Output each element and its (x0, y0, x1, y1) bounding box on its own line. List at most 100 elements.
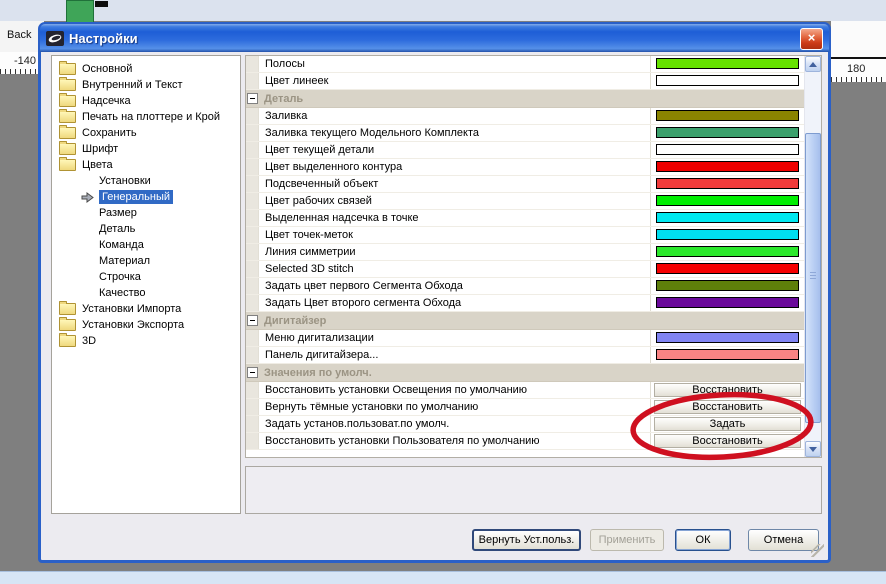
collapse-icon[interactable] (246, 93, 258, 104)
color-swatch[interactable] (656, 178, 799, 189)
action-setting-row: Восстановить установки Пользователя по у… (246, 433, 804, 450)
settings-tree[interactable]: Основной Внутренний и Текст Надсечка Печать… (51, 55, 241, 514)
value-cell (650, 295, 804, 311)
tree-item-label: Деталь (99, 223, 136, 235)
tree-item[interactable]: Шрифт (52, 141, 240, 157)
value-cell (650, 56, 804, 72)
row-gutter (246, 399, 259, 415)
dialog-title: Настройки (69, 30, 138, 46)
value-cell (650, 108, 804, 124)
setting-label: Полосы (265, 58, 305, 70)
row-action-button[interactable]: Задать (654, 417, 801, 431)
tree-item[interactable]: Основной (52, 61, 240, 77)
ruler-ticks (0, 69, 40, 74)
collapse-icon[interactable] (246, 315, 258, 326)
color-swatch[interactable] (656, 127, 799, 138)
folder-icon (59, 301, 76, 315)
section-label: Значения по умолч. (264, 366, 372, 379)
tree-item[interactable]: Размер (52, 205, 240, 221)
tree-item-label: Команда (99, 239, 144, 251)
app-toolbar-strip (0, 0, 886, 21)
tree-item[interactable]: Материал (52, 253, 240, 269)
tree-item[interactable]: Печать на плоттере и Крой (52, 109, 240, 125)
resize-grip[interactable] (811, 544, 824, 557)
value-cell (650, 278, 804, 294)
color-swatch[interactable] (656, 280, 799, 291)
row-action-button[interactable]: Восстановить (654, 434, 801, 448)
tree-item[interactable]: Внутренний и Текст (52, 77, 240, 93)
tree-item[interactable]: Строчка (52, 269, 240, 285)
color-swatch[interactable] (656, 332, 799, 343)
tree-item[interactable]: Установки (52, 173, 240, 189)
section-header-row: Значения по умолч. (246, 364, 804, 382)
row-gutter (246, 210, 259, 226)
value-cell: Восстановить (650, 399, 804, 415)
value-cell (650, 176, 804, 192)
color-grid-panel: Полосы Цвет линеек Деталь Заливка Заливка те… (245, 55, 822, 458)
tree-item-label: Установки Импорта (82, 303, 182, 315)
color-swatch[interactable] (656, 144, 799, 155)
folder-icon (59, 125, 76, 139)
tree-item[interactable]: Установки Экспорта (52, 317, 240, 333)
row-gutter (246, 93, 258, 104)
scrollbar[interactable] (804, 56, 821, 457)
thumb-grip-icon (810, 272, 816, 280)
tree-item[interactable]: Качество (52, 285, 240, 301)
ruler-right-value: 180 (847, 63, 866, 75)
color-swatch[interactable] (656, 263, 799, 274)
row-gutter (246, 56, 259, 72)
apply-button[interactable]: Применить (590, 529, 664, 551)
color-swatch[interactable] (656, 229, 799, 240)
color-swatch[interactable] (656, 161, 799, 172)
row-action-button[interactable]: Восстановить (654, 383, 801, 397)
tree-item[interactable]: Генеральный (52, 189, 240, 205)
tree-item[interactable]: Цвета (52, 157, 240, 173)
scroll-up-button[interactable] (805, 56, 821, 72)
tree-item-label: 3D (82, 335, 97, 347)
folder-icon (59, 333, 76, 347)
color-setting-row: Линия симметрии (246, 244, 804, 261)
tree-item-label: Размер (99, 207, 137, 219)
color-swatch[interactable] (656, 58, 799, 69)
section-label: Деталь (264, 92, 304, 105)
color-swatch[interactable] (656, 246, 799, 257)
workspace-background (831, 21, 886, 57)
row-gutter (246, 244, 259, 260)
color-swatch[interactable] (656, 212, 799, 223)
setting-label: Задать установ.пользоват.по умолч. (265, 418, 450, 430)
color-swatch[interactable] (656, 110, 799, 121)
color-swatch[interactable] (656, 349, 799, 360)
folder-icon (59, 157, 76, 171)
color-swatch[interactable] (656, 75, 799, 86)
collapse-icon[interactable] (246, 367, 258, 378)
value-cell: Восстановить (650, 382, 804, 398)
row-action-button[interactable]: Восстановить (654, 400, 801, 414)
setting-label: Восстановить установки Освещения по умол… (265, 384, 528, 396)
tree-item[interactable]: 3D (52, 333, 240, 349)
row-gutter (246, 433, 259, 449)
dialog-titlebar[interactable]: Настройки × (40, 24, 829, 52)
scroll-thumb[interactable] (805, 133, 821, 423)
tree-item-label: Генеральный (99, 190, 174, 204)
settings-dialog: Настройки × Основной Внутренний и Текст На… (38, 22, 831, 563)
tree-item[interactable]: Команда (52, 237, 240, 253)
color-swatch[interactable] (656, 297, 799, 308)
ok-button[interactable]: ОК (675, 529, 731, 551)
tree-item[interactable]: Деталь (52, 221, 240, 237)
color-setting-row: Полосы (246, 56, 804, 73)
tree-item[interactable]: Установки Импорта (52, 301, 240, 317)
color-swatch[interactable] (656, 195, 799, 206)
tree-item-label: Надсечка (82, 95, 131, 107)
tree-item-label: Сохранить (82, 127, 137, 139)
setting-label: Задать цвет первого Сегмента Обхода (265, 280, 463, 292)
tree-item-label: Шрифт (82, 143, 119, 155)
cancel-button[interactable]: Отмена (748, 529, 819, 551)
setting-label: Восстановить установки Пользователя по у… (265, 435, 540, 447)
app-icon (46, 30, 64, 46)
close-icon[interactable]: × (800, 28, 823, 50)
back-label[interactable]: Back (7, 29, 31, 41)
tree-item[interactable]: Сохранить (52, 125, 240, 141)
tree-item[interactable]: Надсечка (52, 93, 240, 109)
restore-user-settings-button[interactable]: Вернуть Уст.польз. (472, 529, 581, 551)
scroll-down-button[interactable] (805, 441, 821, 457)
